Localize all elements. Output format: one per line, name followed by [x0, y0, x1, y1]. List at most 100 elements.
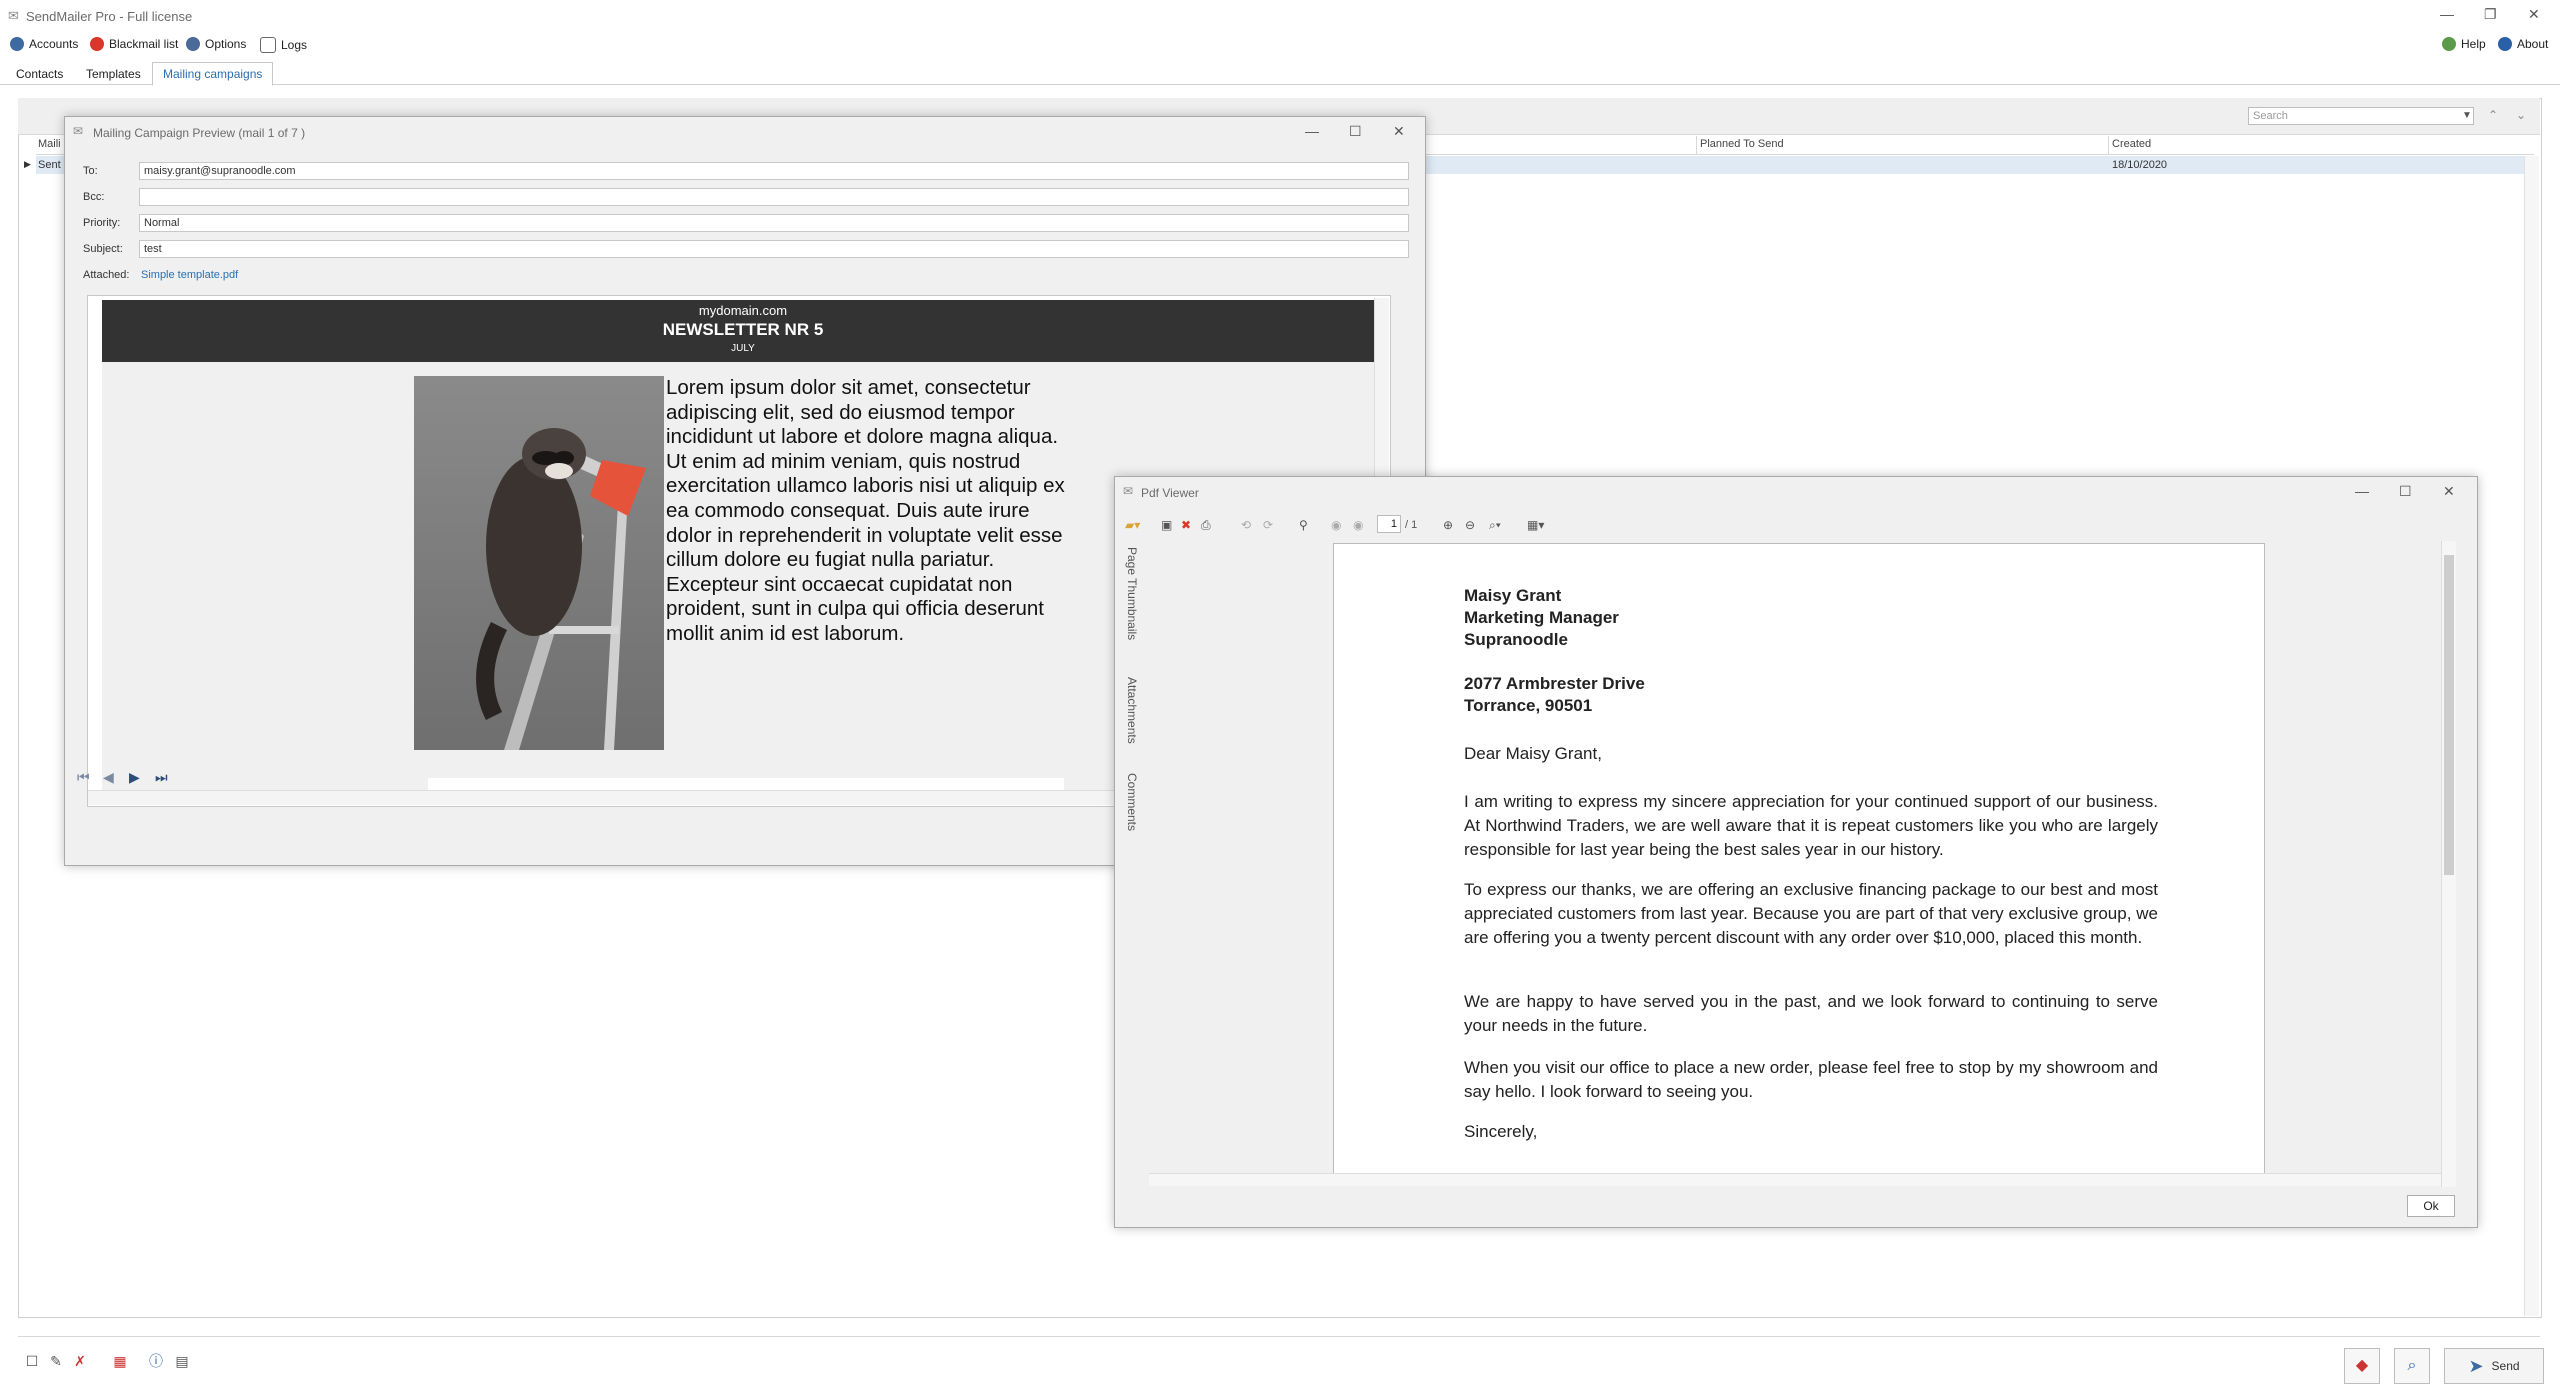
rotate-right-icon[interactable]: ⟳: [1263, 518, 1273, 532]
tab-templates[interactable]: Templates: [78, 65, 149, 83]
column-planned-to-send[interactable]: Planned To Send: [1700, 138, 1784, 150]
view-mode-icon[interactable]: ▦▾: [1527, 518, 1544, 532]
letter-paragraph-2: To express our thanks, we are offering a…: [1464, 880, 2158, 947]
newsletter-domain: mydomain.com: [698, 303, 788, 318]
delete-icon[interactable]: ✗: [72, 1353, 88, 1369]
zoom-out-icon[interactable]: ⊖: [1465, 518, 1475, 532]
menu-accounts[interactable]: Accounts: [10, 37, 78, 51]
vertical-scrollbar[interactable]: [2524, 156, 2539, 1316]
close-document-icon[interactable]: ✖: [1181, 518, 1191, 532]
window-title: SendMailer Pro - Full license: [26, 9, 193, 24]
bcc-field[interactable]: [139, 188, 1409, 206]
edit-icon[interactable]: ✎: [48, 1353, 64, 1369]
newsletter-month: JULY: [731, 343, 755, 354]
close-icon[interactable]: ✕: [2443, 483, 2455, 500]
app-icon: ✉: [8, 8, 19, 23]
menu-options[interactable]: Options: [186, 37, 246, 51]
open-folder-icon[interactable]: ▰▾: [1125, 518, 1140, 532]
side-tab-page-thumbnails[interactable]: Page Thumbnails: [1125, 547, 1139, 640]
minimize-icon[interactable]: —: [2440, 6, 2454, 22]
pdf-scroll-thumb[interactable]: [2444, 555, 2454, 875]
window-title-bar: ✉ SendMailer Pro - Full license — ❐ ✕: [0, 0, 2560, 32]
tab-strip: Contacts Templates Mailing campaigns: [0, 62, 2560, 86]
restore-icon[interactable]: ❐: [2484, 6, 2497, 23]
close-icon[interactable]: ✕: [2528, 6, 2540, 23]
subject-field[interactable]: test: [139, 240, 1409, 258]
menu-about-label: About: [2517, 37, 2549, 51]
print-icon[interactable]: ⎙: [1201, 518, 1211, 533]
menu-help-label: Help: [2461, 37, 2486, 51]
raccoon-image: [414, 376, 664, 750]
logs-icon[interactable]: ▤: [174, 1353, 190, 1369]
side-tab-comments[interactable]: Comments: [1125, 773, 1139, 831]
preview-window-title: Mailing Campaign Preview (mail 1 of 7 ): [93, 126, 306, 140]
pdf-vertical-scrollbar[interactable]: [2441, 541, 2456, 1187]
footer-toolbar: ☐ ✎ ✗ ▦ ⓘ ▤: [18, 1336, 2540, 1393]
newsletter-title: NEWSLETTER NR 5: [662, 320, 824, 339]
previous-mail-icon[interactable]: ◀: [103, 769, 114, 786]
calendar-icon[interactable]: ▦: [112, 1353, 128, 1369]
gear-icon: [186, 37, 200, 51]
side-tab-attachments[interactable]: Attachments: [1125, 677, 1139, 744]
minimize-icon[interactable]: —: [2355, 483, 2369, 499]
ok-button[interactable]: Ok: [2407, 1195, 2455, 1217]
last-mail-icon[interactable]: ⏭: [155, 769, 168, 786]
letter-role: Marketing Manager: [1464, 608, 1619, 627]
attachment-link[interactable]: Simple template.pdf: [141, 269, 238, 281]
send-button[interactable]: ➤ Send: [2444, 1348, 2544, 1384]
next-mail-icon[interactable]: ▶: [129, 769, 140, 786]
pdf-horizontal-scrollbar[interactable]: [1149, 1173, 2441, 1186]
tab-contacts[interactable]: Contacts: [8, 65, 71, 83]
menu-logs-label: Logs: [281, 38, 308, 52]
priority-field[interactable]: Normal: [139, 214, 1409, 232]
zoom-in-icon[interactable]: ⊕: [1443, 518, 1453, 532]
column-separator: [1696, 136, 1697, 154]
clear-button[interactable]: ◆: [2344, 1348, 2380, 1384]
letter-paragraph-1: I am writing to express my sincere appre…: [1464, 792, 2158, 859]
pdf-window-title: Pdf Viewer: [1141, 486, 1199, 500]
info-icon[interactable]: ⓘ: [148, 1353, 164, 1369]
next-page-icon[interactable]: ◉: [1353, 518, 1363, 532]
page-number-input[interactable]: 1: [1377, 515, 1401, 533]
first-mail-icon[interactable]: ⏮: [77, 769, 90, 786]
preview-button[interactable]: ⌕: [2394, 1348, 2430, 1384]
menu-blackmail-list[interactable]: Blackmail list: [90, 37, 178, 51]
add-icon[interactable]: ☐: [24, 1353, 40, 1369]
column-mailing[interactable]: Maili: [38, 138, 61, 150]
info-icon: [2498, 37, 2512, 51]
row-expand-icon[interactable]: ▶: [24, 159, 31, 170]
letter-name: Maisy Grant: [1464, 586, 1562, 605]
letter-city: Torrance, 90501: [1464, 696, 1593, 715]
rotate-left-icon[interactable]: ⟲: [1241, 518, 1251, 532]
tab-mailing-campaigns[interactable]: Mailing campaigns: [152, 62, 274, 86]
expand-down-icon[interactable]: ⌄: [2516, 108, 2526, 122]
letter-street: 2077 Armbrester Drive: [1464, 674, 1645, 693]
collapse-up-icon[interactable]: ⌃: [2488, 108, 2498, 122]
menu-about[interactable]: About: [2498, 37, 2548, 51]
menu-help[interactable]: Help: [2442, 37, 2486, 51]
to-field[interactable]: maisy.grant@supranoodle.com: [139, 162, 1409, 180]
close-icon[interactable]: ✕: [1393, 123, 1405, 140]
maximize-icon[interactable]: ☐: [1349, 123, 1362, 140]
maximize-icon[interactable]: ☐: [2399, 483, 2412, 500]
menu-options-label: Options: [205, 37, 247, 51]
help-icon: [2442, 37, 2456, 51]
minimize-icon[interactable]: —: [1305, 123, 1319, 139]
search-input[interactable]: Search: [2248, 107, 2474, 125]
find-icon[interactable]: ⚲: [1299, 518, 1308, 532]
search-dropdown-icon[interactable]: ▼: [2462, 110, 2472, 121]
pdf-page: Maisy Grant Marketing Manager Supranoodl…: [1333, 543, 2265, 1185]
zoom-dropdown-icon[interactable]: ⌕▾: [1489, 518, 1501, 533]
window-icon: ✉: [73, 124, 84, 138]
subject-label: Subject:: [83, 243, 123, 255]
save-icon[interactable]: ▣: [1161, 518, 1172, 532]
attached-label: Attached:: [83, 269, 130, 281]
column-created[interactable]: Created: [2112, 138, 2151, 150]
send-icon: ➤: [2468, 1355, 2484, 1376]
menu-logs[interactable]: Logs: [260, 37, 307, 53]
letter-paragraph-4: When you visit our office to place a new…: [1464, 1058, 2158, 1101]
letter-company: Supranoodle: [1464, 630, 1568, 649]
accounts-icon: [10, 37, 24, 51]
previous-page-icon[interactable]: ◉: [1331, 518, 1341, 532]
letter-paragraph-3: We are happy to have served you in the p…: [1464, 992, 2158, 1035]
